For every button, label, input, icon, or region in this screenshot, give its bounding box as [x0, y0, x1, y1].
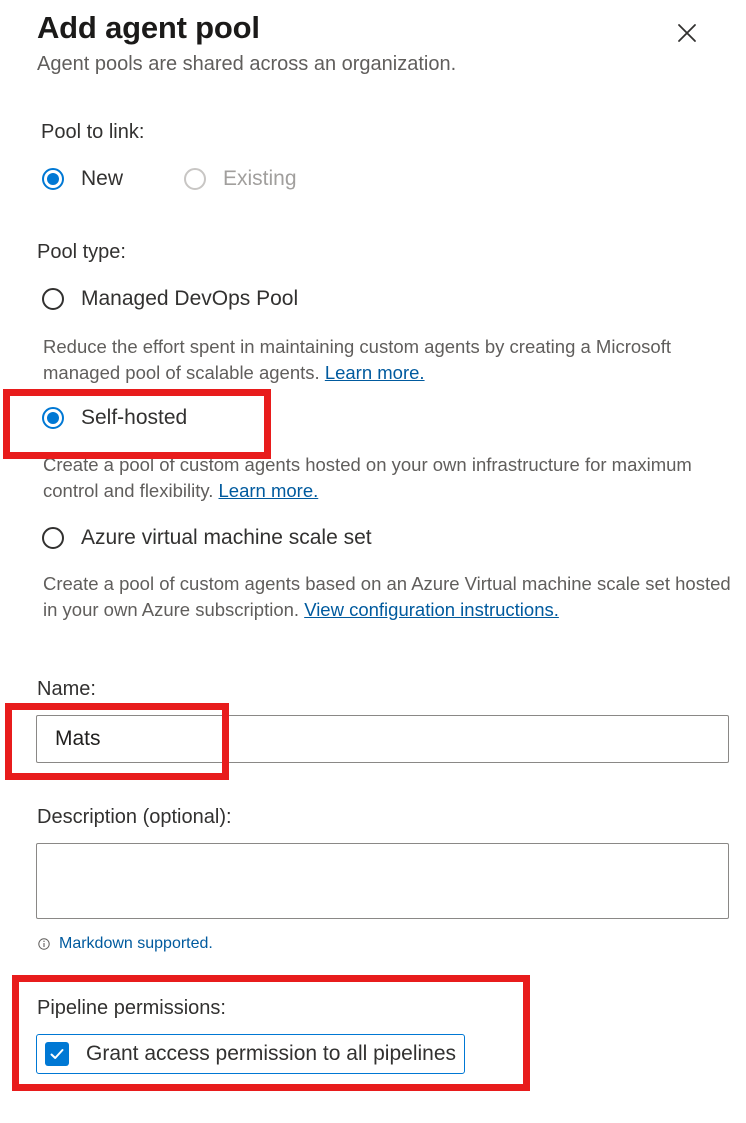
- grant-access-checkbox-row[interactable]: Grant access permission to all pipelines: [36, 1034, 466, 1074]
- view-configuration-instructions-link[interactable]: View configuration instructions.: [304, 599, 559, 620]
- grant-access-label: Grant access permission to all pipelines: [86, 1042, 457, 1065]
- pool-type-label: Pool type:: [37, 241, 126, 263]
- grant-access-checkbox[interactable]: [45, 1042, 69, 1066]
- managed-pool-learn-more-link[interactable]: Learn more.: [325, 362, 425, 383]
- radio-self-hosted-label: Self-hosted: [81, 406, 188, 429]
- panel-title: Add agent pool: [37, 10, 260, 45]
- managed-pool-description: Reduce the effort spent in maintaining c…: [43, 334, 743, 386]
- radio-pool-existing[interactable]: Existing: [184, 167, 297, 191]
- radio-existing-indicator[interactable]: [184, 168, 206, 190]
- self-hosted-learn-more-link[interactable]: Learn more.: [219, 480, 319, 501]
- self-hosted-description-text: Create a pool of custom agents hosted on…: [43, 454, 692, 501]
- description-label: Description (optional):: [37, 806, 232, 828]
- radio-managed-indicator[interactable]: [42, 288, 64, 310]
- radio-managed-label: Managed DevOps Pool: [81, 287, 299, 310]
- close-button[interactable]: [668, 14, 706, 52]
- pipeline-permissions-label: Pipeline permissions:: [37, 997, 226, 1019]
- radio-self-hosted[interactable]: Self-hosted: [42, 406, 187, 430]
- radio-managed-devops-pool[interactable]: Managed DevOps Pool: [42, 287, 298, 311]
- radio-azure-vmss[interactable]: Azure virtual machine scale set: [42, 526, 372, 550]
- description-textarea[interactable]: [36, 843, 729, 919]
- radio-existing-label: Existing: [223, 167, 297, 190]
- markdown-note: Markdown supported.: [38, 935, 213, 953]
- name-label: Name:: [37, 678, 96, 700]
- info-icon: [38, 938, 50, 950]
- panel-subtitle: Agent pools are shared across an organiz…: [37, 53, 457, 75]
- markdown-supported-text: Markdown supported.: [59, 935, 213, 952]
- radio-azure-vmss-label: Azure virtual machine scale set: [81, 526, 372, 549]
- pool-to-link-label: Pool to link:: [41, 121, 145, 143]
- radio-self-hosted-indicator[interactable]: [42, 407, 64, 429]
- radio-pool-new[interactable]: New: [42, 167, 123, 191]
- name-input[interactable]: [36, 715, 729, 763]
- radio-new-indicator[interactable]: [42, 168, 64, 190]
- close-icon: [678, 24, 696, 42]
- radio-azure-vmss-indicator[interactable]: [42, 527, 64, 549]
- checkmark-icon: [50, 1049, 64, 1059]
- self-hosted-description: Create a pool of custom agents hosted on…: [43, 452, 743, 504]
- radio-new-label: New: [81, 167, 124, 190]
- azure-vmss-description: Create a pool of custom agents based on …: [43, 571, 743, 623]
